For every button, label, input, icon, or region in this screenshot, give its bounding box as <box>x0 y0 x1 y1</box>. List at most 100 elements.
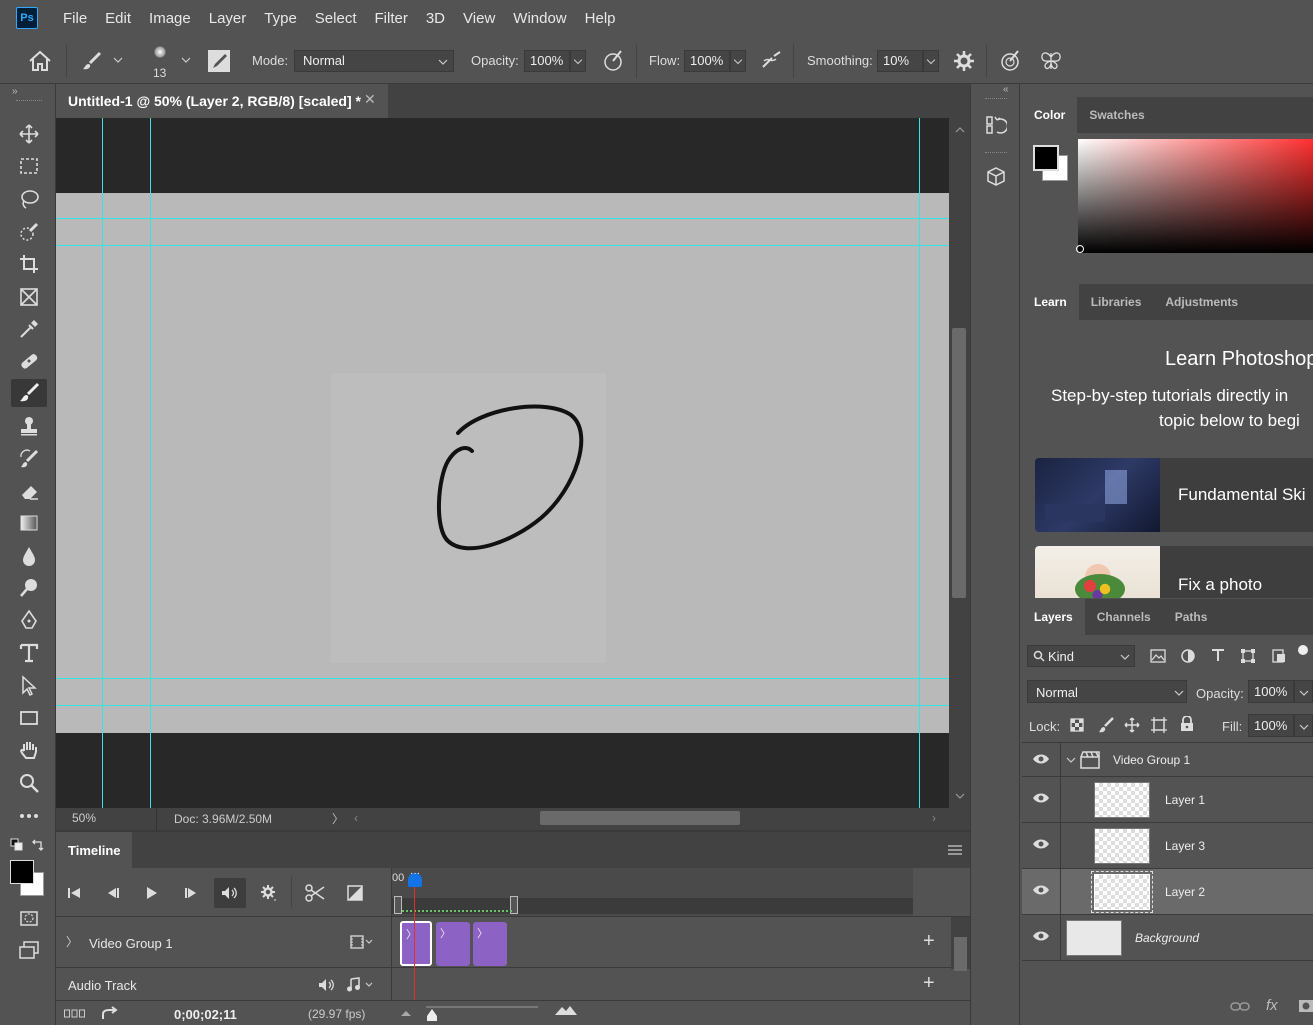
video-clip-layer-2[interactable]: 〉 <box>473 922 507 966</box>
layer-style-fx-icon[interactable]: fx <box>1266 997 1278 1014</box>
quick-mask-icon[interactable] <box>11 904 47 932</box>
zoom-out-mountain-icon[interactable] <box>400 1009 412 1017</box>
tab-learn[interactable]: Learn <box>1022 284 1079 320</box>
background-thumbnail[interactable] <box>1066 920 1122 956</box>
chevron-down-icon[interactable] <box>113 56 123 64</box>
previous-frame-icon[interactable] <box>100 880 126 906</box>
zoom-tool-icon[interactable] <box>11 769 47 797</box>
zoom-in-mountain-icon[interactable] <box>554 1004 578 1016</box>
eraser-tool-icon[interactable] <box>11 477 47 505</box>
status-menu-chevron-icon[interactable]: 〉 <box>332 810 344 827</box>
filter-type-layers-icon[interactable] <box>1211 648 1225 662</box>
rectangle-tool-icon[interactable] <box>11 704 47 732</box>
crop-tool-icon[interactable] <box>11 250 47 278</box>
color-picker-field[interactable] <box>1078 139 1313 253</box>
time-ruler[interactable]: 00 <box>392 868 913 916</box>
film-strip-icon[interactable] <box>350 935 374 949</box>
audio-mute-speaker-icon[interactable] <box>318 978 336 992</box>
blend-mode-dropdown[interactable]: Normal <box>1027 680 1187 703</box>
move-tool-icon[interactable] <box>11 120 47 148</box>
symmetry-butterfly-icon[interactable] <box>1039 49 1063 71</box>
flow-dropdown-arrow[interactable] <box>730 50 746 72</box>
pressure-size-icon[interactable] <box>1000 49 1022 71</box>
doc-size-info[interactable]: Doc: 3.96M/2.50M <box>174 812 272 826</box>
smoothing-field[interactable]: 10% <box>877 50 923 72</box>
playhead-handle[interactable]: ··· <box>408 868 422 887</box>
add-media-plus-icon[interactable]: + <box>923 930 935 953</box>
3d-panel-icon[interactable] <box>985 166 1007 188</box>
frame-tool-icon[interactable] <box>11 283 47 311</box>
marquee-tool-icon[interactable] <box>11 152 47 180</box>
timeline-zoom-slider-thumb[interactable] <box>426 1008 438 1022</box>
guide-horizontal[interactable] <box>56 678 949 679</box>
gear-icon[interactable] <box>953 50 975 72</box>
history-brush-tool-icon[interactable] <box>11 445 47 473</box>
eye-visibility-icon[interactable] <box>1032 838 1050 850</box>
expand-chevron-icon[interactable]: 〉 <box>66 933 78 950</box>
layer-row-background[interactable]: Background <box>1022 915 1313 961</box>
menu-select[interactable]: Select <box>306 10 366 27</box>
video-group-track-header[interactable]: 〉 Video Group 1 <box>56 916 392 968</box>
video-group-track-lane[interactable]: 〉 〉 〉 <box>392 916 913 968</box>
grip-handle[interactable] <box>16 100 42 102</box>
next-frame-icon[interactable] <box>178 880 204 906</box>
vertical-scrollbar[interactable] <box>949 118 970 808</box>
brush-tip-icon[interactable] <box>154 46 166 58</box>
learn-card-fix-a-photo[interactable]: Fix a photo <box>1035 546 1313 598</box>
smoothing-dropdown-arrow[interactable] <box>923 50 939 72</box>
lock-artboard-icon[interactable] <box>1151 717 1167 733</box>
mode-dropdown[interactable]: Normal <box>294 50 454 72</box>
split-scissors-icon[interactable] <box>302 880 328 906</box>
opacity-dropdown-arrow[interactable] <box>570 50 586 72</box>
layer-row-layer-1[interactable]: Layer 1 <box>1022 777 1313 823</box>
go-to-first-frame-icon[interactable] <box>61 880 87 906</box>
flow-field[interactable]: 100% <box>684 50 730 72</box>
swap-colors-icon[interactable] <box>31 838 45 852</box>
expand-dock-chevron-icon[interactable]: « <box>1003 84 1009 95</box>
add-mask-icon[interactable] <box>1298 999 1313 1013</box>
tab-channels[interactable]: Channels <box>1085 599 1163 635</box>
menu-edit[interactable]: Edit <box>96 10 140 27</box>
menu-window[interactable]: Window <box>504 10 575 27</box>
fill-arrow[interactable] <box>1294 714 1313 737</box>
clone-stamp-tool-icon[interactable] <box>11 412 47 440</box>
video-clip-layer-3[interactable]: 〉 <box>436 922 470 966</box>
layer-row-layer-2[interactable]: Layer 2 <box>1022 869 1313 915</box>
tab-adjustments[interactable]: Adjustments <box>1153 284 1250 320</box>
default-colors-icon[interactable] <box>10 838 24 852</box>
scroll-down-icon[interactable] <box>955 792 965 800</box>
play-icon[interactable] <box>139 880 165 906</box>
more-tools-icon[interactable] <box>11 802 47 830</box>
menu-3d[interactable]: 3D <box>417 10 454 27</box>
filter-adjustment-layers-icon[interactable] <box>1180 648 1196 664</box>
lock-position-move-icon[interactable] <box>1124 717 1140 733</box>
filter-pixel-layers-icon[interactable] <box>1150 649 1166 663</box>
audio-track-lane[interactable] <box>392 968 913 1002</box>
link-layers-icon[interactable] <box>1230 1001 1250 1013</box>
layer-row-video-group[interactable]: Video Group 1 <box>1022 743 1313 777</box>
menu-filter[interactable]: Filter <box>366 10 417 27</box>
layer-thumbnail[interactable] <box>1094 828 1150 864</box>
gradient-tool-icon[interactable] <box>11 509 47 537</box>
canvas-area[interactable] <box>56 118 949 808</box>
brush-settings-panel-icon[interactable] <box>208 50 230 72</box>
playback-settings-gear-icon[interactable] <box>256 880 282 906</box>
layer-row-layer-3[interactable]: Layer 3 <box>1022 823 1313 869</box>
eye-visibility-icon[interactable] <box>1032 930 1050 942</box>
layer-opacity-arrow[interactable] <box>1294 680 1313 703</box>
layer-opacity-field[interactable]: 100% <box>1248 680 1294 703</box>
path-selection-tool-icon[interactable] <box>11 672 47 700</box>
panel-menu-icon[interactable] <box>948 845 962 855</box>
grip-handle[interactable] <box>985 98 1007 100</box>
layer-thumbnail[interactable] <box>1094 782 1150 818</box>
menu-help[interactable]: Help <box>576 10 625 27</box>
history-panel-icon[interactable] <box>985 114 1007 136</box>
render-video-arrow-icon[interactable] <box>101 1006 119 1020</box>
video-clip-layer-1[interactable]: 〉 <box>400 921 432 966</box>
menu-view[interactable]: View <box>454 10 504 27</box>
guide-horizontal[interactable] <box>56 705 949 706</box>
screen-mode-icon[interactable] <box>11 936 47 964</box>
opacity-field[interactable]: 100% <box>524 50 570 72</box>
audio-track-header[interactable]: Audio Track <box>56 968 392 1002</box>
eye-visibility-icon[interactable] <box>1032 884 1050 896</box>
